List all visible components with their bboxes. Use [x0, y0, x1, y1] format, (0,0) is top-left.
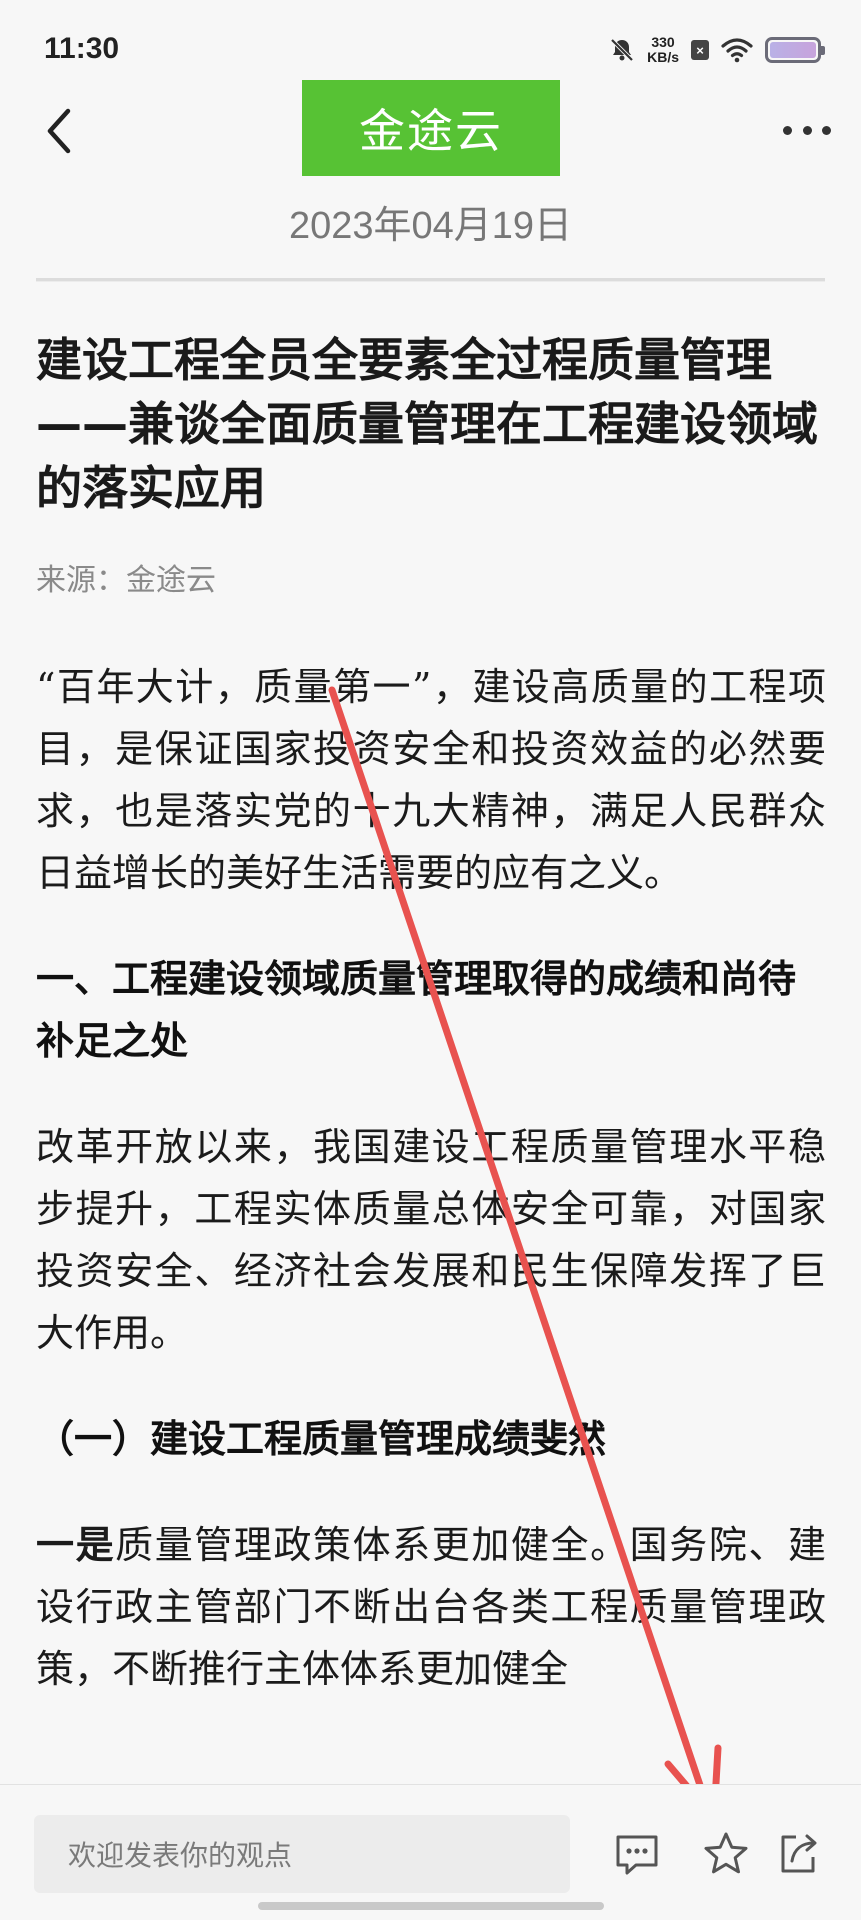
brand-logo: 金途云	[302, 80, 560, 176]
publish-date: 2023年04月19日	[288, 205, 573, 247]
share-icon	[781, 1834, 817, 1873]
battery-icon	[765, 37, 825, 63]
sim-x-icon: ×	[691, 40, 709, 60]
comment-icon	[616, 1835, 658, 1875]
paragraph-text: 质量管理政策体系更加健全。国务院、建设行政主管部门不断出台各类工程质量管理政策，…	[36, 1523, 826, 1691]
battery-level	[770, 42, 816, 58]
comment-input[interactable]: 欢迎发表你的观点	[34, 1815, 570, 1893]
back-button[interactable]	[38, 103, 82, 159]
paragraph-lead: 一是	[36, 1523, 116, 1567]
article-paragraph: 一是质量管理政策体系更加健全。国务院、建设行政主管部门不断出台各类工程质量管理政…	[36, 1514, 826, 1700]
status-icons: 330 KB/s ×	[609, 30, 825, 70]
more-dots-icon	[802, 125, 812, 135]
bottom-bar: 欢迎发表你的观点	[0, 1784, 861, 1920]
network-speed: 330 KB/s	[647, 35, 679, 65]
more-dots-icon	[783, 125, 792, 135]
article-paragraph: 改革开放以来，我国建设工程质量管理水平稳步提升，工程实体质量总体安全可靠，对国家…	[36, 1125, 826, 1355]
wifi-icon	[721, 38, 753, 63]
status-bar: 11:30 330 KB/s ×	[0, 0, 861, 80]
home-indicator[interactable]	[258, 1902, 604, 1910]
mute-bell-icon	[610, 38, 634, 62]
article-body: “百年大计，质量第一”，建设高质量的工程项目，是保证国家投资安全和投资效益的必然…	[36, 656, 826, 1700]
header-divider	[36, 278, 825, 282]
article-paragraph: “百年大计，质量第一”，建设高质量的工程项目，是保证国家投资安全和投资效益的必然…	[36, 665, 826, 895]
chevron-left-icon	[47, 108, 71, 154]
share-button[interactable]	[771, 1827, 825, 1881]
subsection-heading: （一）建设工程质量管理成绩斐然	[36, 1417, 607, 1461]
favorite-button[interactable]	[699, 1827, 753, 1881]
network-speed-value: 330	[651, 34, 675, 50]
network-speed-unit: KB/s	[647, 49, 679, 65]
article-title: 建设工程全员全要素全过程质量管理——兼谈全面质量管理在工程建设领域的落实应用	[36, 333, 818, 515]
comment-button[interactable]	[610, 1827, 664, 1881]
brand-logo-text: 金途云	[359, 104, 503, 158]
more-dots-icon	[822, 125, 831, 135]
status-time: 11:30	[44, 32, 120, 65]
section-heading: 一、工程建设领域质量管理取得的成绩和尚待补足之处	[36, 957, 797, 1063]
article-source: 来源：金途云	[36, 563, 216, 598]
more-button[interactable]	[783, 110, 831, 150]
star-icon	[704, 1832, 748, 1874]
